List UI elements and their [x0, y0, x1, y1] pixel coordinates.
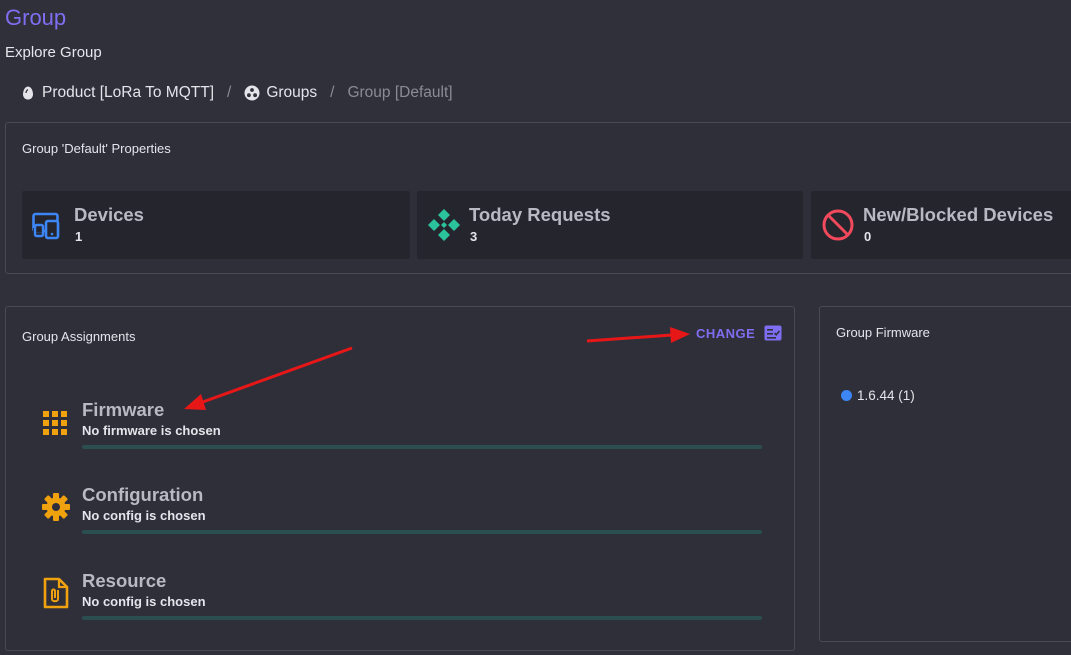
group-firmware-card: Group Firmware 1.6.44 (1) [819, 306, 1071, 642]
change-button[interactable]: CHANGE [696, 325, 782, 341]
group-page: Group Explore Group Product [LoRa To MQT… [0, 0, 1071, 655]
requests-icon [427, 208, 461, 242]
assignment-firmware-label: Firmware [82, 399, 165, 420]
devices-icon [32, 208, 66, 242]
stat-new-blocked-devices[interactable]: New/Blocked Devices 0 [811, 191, 1071, 259]
page-subtitle: Explore Group [5, 44, 102, 61]
breadcrumb-product-label: Product [LoRa To MQTT] [42, 84, 214, 101]
stat-new-blocked-devices-value: 0 [864, 229, 872, 244]
gear-icon [41, 492, 71, 522]
assignment-resource-value: No config is chosen [82, 594, 206, 609]
group-icon [244, 85, 260, 101]
stat-devices[interactable]: Devices 1 [22, 191, 410, 259]
stat-devices-value: 1 [75, 229, 83, 244]
firmware-version-label: 1.6.44 (1) [857, 388, 915, 403]
stat-today-requests-label: Today Requests [469, 204, 611, 225]
stat-devices-label: Devices [74, 204, 144, 225]
firmware-icon [41, 409, 71, 439]
breadcrumb-separator: / [227, 84, 232, 101]
group-assignments-title: Group Assignments [22, 329, 136, 344]
checklist-icon [764, 325, 782, 341]
assignment-configuration-value: No config is chosen [82, 508, 206, 523]
breadcrumb-product[interactable]: Product [LoRa To MQTT] [20, 84, 214, 102]
firmware-version-dot [841, 390, 852, 401]
egg-icon [20, 85, 36, 101]
group-properties-card: Group 'Default' Properties Devices 1 Tod… [5, 122, 1071, 274]
assignment-resource-divider [82, 616, 762, 620]
change-button-label: CHANGE [696, 325, 756, 341]
stat-today-requests[interactable]: Today Requests 3 [417, 191, 803, 259]
breadcrumb-groups-label: Groups [266, 84, 318, 101]
assignment-resource[interactable]: Resource No config is chosen [41, 570, 763, 630]
breadcrumb: Product [LoRa To MQTT] / Groups / Group … [20, 84, 453, 102]
page-title: Group [5, 5, 67, 30]
assignment-configuration[interactable]: Configuration No config is chosen [41, 484, 763, 544]
breadcrumb-separator: / [330, 84, 335, 101]
group-properties-title: Group 'Default' Properties [22, 141, 171, 156]
group-assignments-card: Group Assignments CHANGE Firmware No fir… [5, 306, 795, 651]
blocked-icon [821, 208, 855, 242]
assignment-firmware-divider [82, 445, 762, 449]
assignment-configuration-label: Configuration [82, 484, 204, 505]
stat-new-blocked-devices-label: New/Blocked Devices [863, 204, 1054, 225]
breadcrumb-current: Group [Default] [347, 84, 453, 101]
assignment-configuration-divider [82, 530, 762, 534]
assignment-firmware[interactable]: Firmware No firmware is chosen [41, 399, 763, 459]
breadcrumb-groups[interactable]: Groups [244, 84, 317, 102]
group-firmware-title: Group Firmware [836, 325, 930, 340]
assignment-firmware-value: No firmware is chosen [82, 423, 221, 438]
stat-today-requests-value: 3 [470, 229, 478, 244]
file-attachment-icon [41, 577, 71, 609]
firmware-version-item[interactable]: 1.6.44 (1) [841, 388, 915, 403]
assignment-resource-label: Resource [82, 570, 167, 591]
